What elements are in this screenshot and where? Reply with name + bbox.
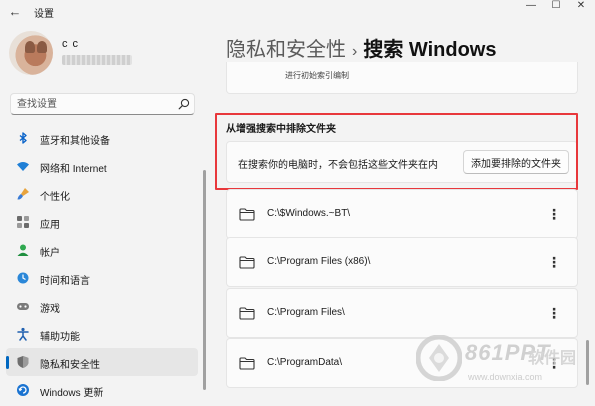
sidebar-item-label: 应用 xyxy=(40,220,60,231)
sidebar-item-accounts[interactable]: 帐户 xyxy=(6,236,198,264)
indexing-status-card: 进行初始索引编制 xyxy=(226,62,578,94)
avatar-image-detail xyxy=(37,41,47,53)
close-button[interactable]: ✕ xyxy=(569,0,593,14)
watermark-url: www.downxia.com xyxy=(468,372,543,382)
sidebar-item-accessibility[interactable]: 辅助功能 xyxy=(6,320,198,348)
folder-path: C:\Program Files\ xyxy=(267,307,345,318)
breadcrumb-separator: › xyxy=(352,43,358,60)
globe-clock-icon xyxy=(17,272,29,284)
sidebar-item-label: 帐户 xyxy=(40,248,60,259)
more-options-icon[interactable]: ⋮ xyxy=(547,304,561,322)
sidebar-item-personalization[interactable]: 个性化 xyxy=(6,180,198,208)
apps-icon xyxy=(17,216,29,228)
sidebar-item-label: Windows 更新 xyxy=(40,388,104,399)
back-arrow-icon[interactable]: ← xyxy=(6,3,24,21)
user-email-redacted xyxy=(62,55,132,65)
sidebar-nav: 蓝牙和其他设备 网络和 Internet 个性化 应用 帐户 时间和语言 游戏 … xyxy=(6,124,198,404)
sidebar-item-windows-update[interactable]: Windows 更新 xyxy=(6,376,198,404)
folder-path: C:\ProgramData\ xyxy=(267,357,343,368)
bluetooth-icon xyxy=(19,132,27,144)
more-options-icon[interactable]: ⋮ xyxy=(547,253,561,271)
folder-icon xyxy=(239,307,255,320)
page-title: 搜索 Windows xyxy=(363,39,497,61)
watermark: 861PPT 软件园 www.downxia.com xyxy=(410,330,595,406)
maximize-button[interactable]: ☐ xyxy=(544,0,568,14)
user-name: c c xyxy=(62,38,80,50)
sidebar-item-label: 辅助功能 xyxy=(40,332,80,343)
folder-path: C:\Program Files (x86)\ xyxy=(267,256,371,267)
sidebar-item-time-language[interactable]: 时间和语言 xyxy=(6,264,198,292)
breadcrumb: 隐私和安全性 › 搜索 Windows xyxy=(226,33,496,62)
sidebar-item-label: 个性化 xyxy=(40,192,70,203)
indexing-status-text: 进行初始索引编制 xyxy=(285,71,349,80)
sidebar-item-privacy-security[interactable]: 隐私和安全性 xyxy=(6,348,198,376)
exclude-folders-card: 在搜索你的电脑时，不会包括这些文件夹在内 添加要排除的文件夹 xyxy=(226,141,578,183)
excluded-folder-row[interactable]: C:\$Windows.~BT\ ⋮ xyxy=(226,189,578,239)
exclude-section-title: 从增强搜索中排除文件夹 xyxy=(226,124,336,135)
folder-icon xyxy=(239,208,255,221)
search-icon[interactable] xyxy=(177,97,191,111)
shield-icon xyxy=(17,356,29,368)
sidebar-item-label: 时间和语言 xyxy=(40,276,90,287)
app-title: 设置 xyxy=(34,9,54,20)
wifi-icon xyxy=(17,162,29,171)
add-excluded-folder-button[interactable]: 添加要排除的文件夹 xyxy=(463,150,569,174)
folder-path: C:\$Windows.~BT\ xyxy=(267,208,351,219)
sidebar-item-gaming[interactable]: 游戏 xyxy=(6,292,198,320)
update-icon xyxy=(17,384,29,396)
search-input[interactable] xyxy=(17,97,167,111)
brush-icon xyxy=(17,188,29,200)
sidebar-scrollbar[interactable] xyxy=(203,170,206,390)
accessibility-icon xyxy=(17,327,29,341)
avatar[interactable] xyxy=(9,31,53,75)
more-options-icon[interactable]: ⋮ xyxy=(547,205,561,223)
excluded-folder-row[interactable]: C:\Program Files (x86)\ ⋮ xyxy=(226,237,578,287)
watermark-brand-cn: 软件园 xyxy=(528,350,577,367)
sidebar-item-label: 网络和 Internet xyxy=(40,164,107,175)
watermark-logo-icon xyxy=(416,335,462,381)
person-icon xyxy=(17,244,29,256)
gamepad-icon xyxy=(17,303,29,310)
folder-icon xyxy=(239,357,255,370)
sidebar-item-apps[interactable]: 应用 xyxy=(6,208,198,236)
sidebar-item-label: 隐私和安全性 xyxy=(40,360,100,371)
exclude-description: 在搜索你的电脑时，不会包括这些文件夹在内 xyxy=(238,160,438,171)
sidebar-item-bluetooth[interactable]: 蓝牙和其他设备 xyxy=(6,124,198,152)
minimize-button[interactable]: — xyxy=(519,0,543,14)
folder-icon xyxy=(239,256,255,269)
sidebar-item-network[interactable]: 网络和 Internet xyxy=(6,152,198,180)
breadcrumb-parent[interactable]: 隐私和安全性 xyxy=(226,39,346,61)
avatar-image-detail xyxy=(25,41,35,53)
sidebar-item-label: 游戏 xyxy=(40,304,60,315)
settings-search[interactable] xyxy=(10,93,195,115)
title-bar: ← 设置 — ☐ ✕ xyxy=(0,0,595,24)
sidebar-item-label: 蓝牙和其他设备 xyxy=(40,136,110,147)
